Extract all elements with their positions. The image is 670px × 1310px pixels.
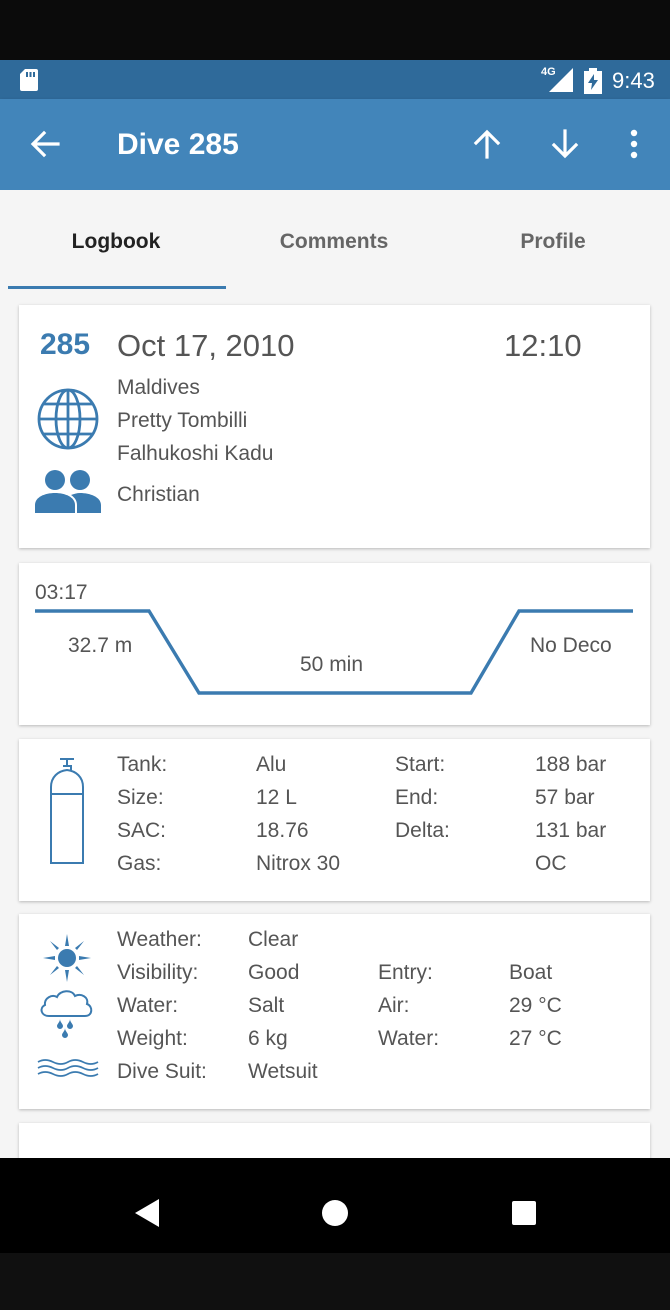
status-time: 9:43 xyxy=(612,68,655,93)
conditions-card[interactable]: Weather: Clear Visibility: Good Entry: B… xyxy=(19,914,650,1109)
sac-value: 18.76 xyxy=(256,819,309,842)
water-waves-icon xyxy=(37,1059,99,1077)
tank-card[interactable]: Tank: Alu Start: 188 bar Size: 12 L End:… xyxy=(19,739,650,901)
size-label: Size: xyxy=(117,786,164,809)
tank-label: Tank: xyxy=(117,753,168,776)
delta-value: 131 bar xyxy=(535,819,607,842)
visibility-value: Good xyxy=(248,961,300,984)
air-temp-value: 29 °C xyxy=(509,994,562,1017)
back-arrow-icon[interactable] xyxy=(28,127,62,161)
deco-status: No Deco xyxy=(530,634,612,657)
buddy-name: Christian xyxy=(117,483,200,506)
dive-date: Oct 17, 2010 xyxy=(117,328,295,363)
next-card[interactable] xyxy=(19,1123,650,1158)
entry-label: Entry: xyxy=(378,961,433,984)
circuit-type-value: OC xyxy=(535,852,567,875)
max-depth: 32.7 m xyxy=(68,634,133,657)
tab-logbook[interactable]: Logbook xyxy=(6,230,226,254)
delta-label: Delta: xyxy=(395,819,450,842)
dive-duration: 50 min xyxy=(300,653,364,676)
weather-value: Clear xyxy=(248,928,299,951)
status-bar: 4G 9:43 xyxy=(0,60,670,99)
more-vert-icon[interactable] xyxy=(624,127,644,161)
nav-back-icon[interactable] xyxy=(133,1198,161,1228)
app-bar: Dive 285 xyxy=(0,99,670,190)
air-temp-label: Air: xyxy=(378,994,410,1017)
start-pressure-value: 188 bar xyxy=(535,753,607,776)
end-pressure-value: 57 bar xyxy=(535,786,595,809)
battery-icon xyxy=(584,68,602,94)
start-pressure-label: Start: xyxy=(395,753,446,776)
dive-profile-card[interactable]: 03:17 32.7 m 50 min No Deco xyxy=(19,563,650,725)
nav-recents-icon[interactable] xyxy=(511,1200,537,1226)
water-temp-value: 27 °C xyxy=(509,1027,562,1050)
weight-value: 6 kg xyxy=(248,1027,288,1050)
tab-bar: Logbook Comments Profile xyxy=(0,190,670,290)
sd-card-icon xyxy=(20,69,38,91)
top-black-bar xyxy=(0,0,670,60)
end-pressure-label: End: xyxy=(395,786,439,809)
signal-icon xyxy=(549,68,573,92)
water-type-label: Water: xyxy=(117,994,179,1017)
sun-icon xyxy=(43,934,91,982)
weight-label: Weight: xyxy=(117,1027,188,1050)
tab-comments[interactable]: Comments xyxy=(224,230,444,254)
location-spot: Falhukoshi Kadu xyxy=(117,442,274,465)
nav-home-icon[interactable] xyxy=(320,1198,350,1228)
arrow-down-icon[interactable] xyxy=(548,127,582,161)
sac-label: SAC: xyxy=(117,819,167,842)
location-site: Pretty Tombilli xyxy=(117,409,248,432)
dive-number: 285 xyxy=(40,328,91,361)
water-temp-label: Water: xyxy=(378,1027,440,1050)
gas-value: Nitrox 30 xyxy=(256,852,341,875)
tab-indicator xyxy=(8,286,226,289)
size-value: 12 L xyxy=(256,786,297,809)
dive-time: 12:10 xyxy=(504,328,582,363)
bottom-black-bar xyxy=(0,1253,670,1310)
entry-value: Boat xyxy=(509,961,553,984)
profile-time: 03:17 xyxy=(35,581,88,604)
page-title: Dive 285 xyxy=(117,128,239,161)
dive-suit-label: Dive Suit: xyxy=(117,1060,207,1083)
globe-icon xyxy=(37,388,99,450)
tab-profile[interactable]: Profile xyxy=(443,230,663,254)
dive-summary-card[interactable]: 285 Oct 17, 2010 12:10 Maldives Pretty T… xyxy=(19,305,650,548)
visibility-label: Visibility: xyxy=(117,961,199,984)
buddies-icon xyxy=(35,470,101,513)
weather-label: Weather: xyxy=(117,928,202,951)
location-country: Maldives xyxy=(117,376,200,399)
rain-cloud-icon xyxy=(40,990,93,1038)
content-area: Logbook Comments Profile 285 Oct 17, 201… xyxy=(0,190,670,1158)
arrow-up-icon[interactable] xyxy=(470,127,504,161)
tank-icon xyxy=(50,758,84,864)
gas-label: Gas: xyxy=(117,852,162,875)
dive-suit-value: Wetsuit xyxy=(248,1060,318,1083)
water-type-value: Salt xyxy=(248,994,285,1017)
tank-value: Alu xyxy=(256,753,287,776)
navigation-bar xyxy=(0,1173,670,1253)
